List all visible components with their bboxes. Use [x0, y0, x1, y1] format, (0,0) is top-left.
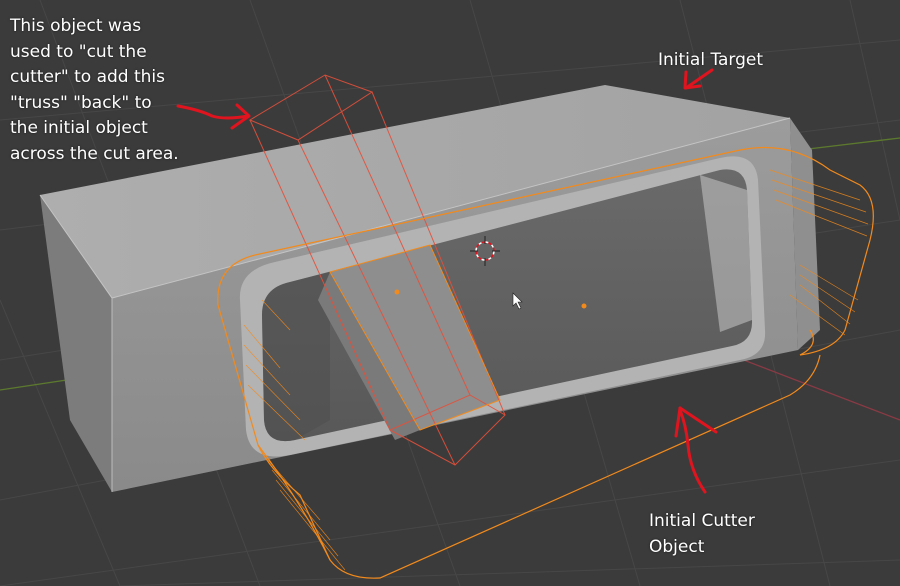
annotation-initial-target: Initial Target [658, 50, 764, 70]
y-axis-line-right [799, 137, 900, 151]
annotation-truss-note: This object was used to "cut the cutter"… [10, 16, 179, 164]
3d-viewport[interactable]: This object was used to "cut the cutter"… [0, 0, 900, 586]
annotation-initial-cutter: Initial Cutter Object [649, 511, 755, 557]
object-origin-dot [394, 289, 400, 295]
annotation-arrow-cutter [674, 406, 718, 494]
object-origin-dot-2 [581, 303, 587, 309]
